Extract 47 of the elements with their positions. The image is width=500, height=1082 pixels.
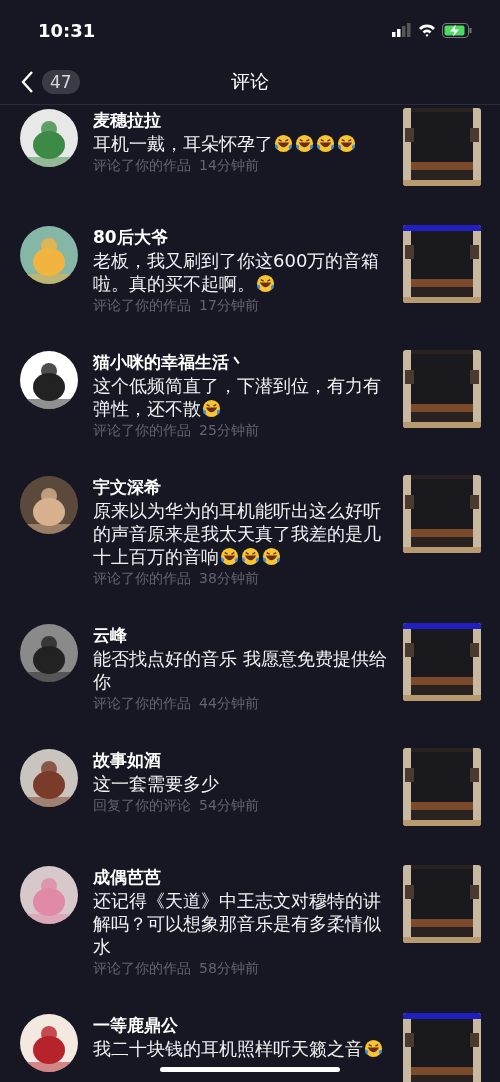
laughing-emoji-icon (316, 134, 335, 153)
laughing-emoji-icon (220, 547, 239, 566)
activity-label: 评论了你的作品 (93, 569, 191, 588)
wifi-icon (418, 23, 436, 37)
time-label: 14分钟前 (199, 156, 259, 175)
activity-label: 评论了你的作品 (93, 296, 191, 315)
comment-text: 能否找点好的音乐 我愿意免费提供给你 (93, 647, 387, 693)
user-name[interactable]: 猫小咪的幸福生活丶 (93, 350, 387, 374)
user-name[interactable]: 一等鹿鼎公 (93, 1013, 387, 1037)
time-label: 17分钟前 (199, 296, 259, 315)
activity-label: 评论了你的作品 (93, 156, 191, 175)
comment-text: 老板，我又刷到了你这600万的音箱啦。真的买不起啊。 (93, 249, 381, 295)
laughing-emoji-icon (241, 547, 260, 566)
back-icon[interactable] (20, 70, 34, 94)
laughing-emoji-icon (364, 1039, 383, 1058)
comment-text: 还记得《天道》中王志文对穆特的讲解吗？可以想象那音乐是有多柔情似水 (93, 889, 382, 958)
laughing-emoji-icon (202, 399, 221, 418)
battery-charging-icon (442, 22, 472, 38)
user-name[interactable]: 宇文深希 (93, 475, 387, 499)
comment-text: 耳机一戴，耳朵怀孕了 (93, 132, 387, 155)
laughing-emoji-icon (295, 134, 314, 153)
activity-label: 回复了你的评论 (93, 796, 191, 815)
time-label: 54分钟前 (199, 796, 259, 815)
laughing-emoji-icon (337, 134, 356, 153)
time-label: 25分钟前 (199, 421, 259, 440)
user-name[interactable]: 故事如酒 (93, 748, 387, 772)
user-name[interactable]: 云峰 (93, 623, 387, 647)
signal-icon (392, 23, 412, 37)
user-name[interactable]: 成偶芭芭 (93, 865, 387, 889)
comment-text: 原来以为华为的耳机能听出这么好听的声音原来是我太天真了我差的是几十上百万的音响 (93, 499, 382, 568)
time-label: 58分钟前 (199, 959, 259, 978)
activity-label: 评论了你的作品 (93, 421, 191, 440)
laughing-emoji-icon (274, 134, 293, 153)
activity-label: 评论了你的作品 (93, 694, 191, 713)
page-title: 评论 (231, 69, 269, 94)
user-name[interactable]: 80后大爷 (93, 225, 387, 249)
time-label: 44分钟前 (199, 694, 259, 713)
user-name[interactable]: 麦穗拉拉 (93, 108, 387, 132)
laughing-emoji-icon (256, 274, 275, 293)
comment-text: 我二十块钱的耳机照样听天籁之音 (93, 1037, 387, 1060)
laughing-emoji-icon (262, 547, 281, 566)
status-time: 10:31 (38, 19, 96, 41)
time-label: 38分钟前 (199, 569, 259, 588)
comment-text: 这个低频简直了，下潜到位，有力有弹性，还不散 (93, 374, 382, 420)
comment-text: 这一套需要多少 (93, 772, 220, 795)
count-badge: 47 (42, 70, 80, 94)
activity-label: 评论了你的作品 (93, 959, 191, 978)
